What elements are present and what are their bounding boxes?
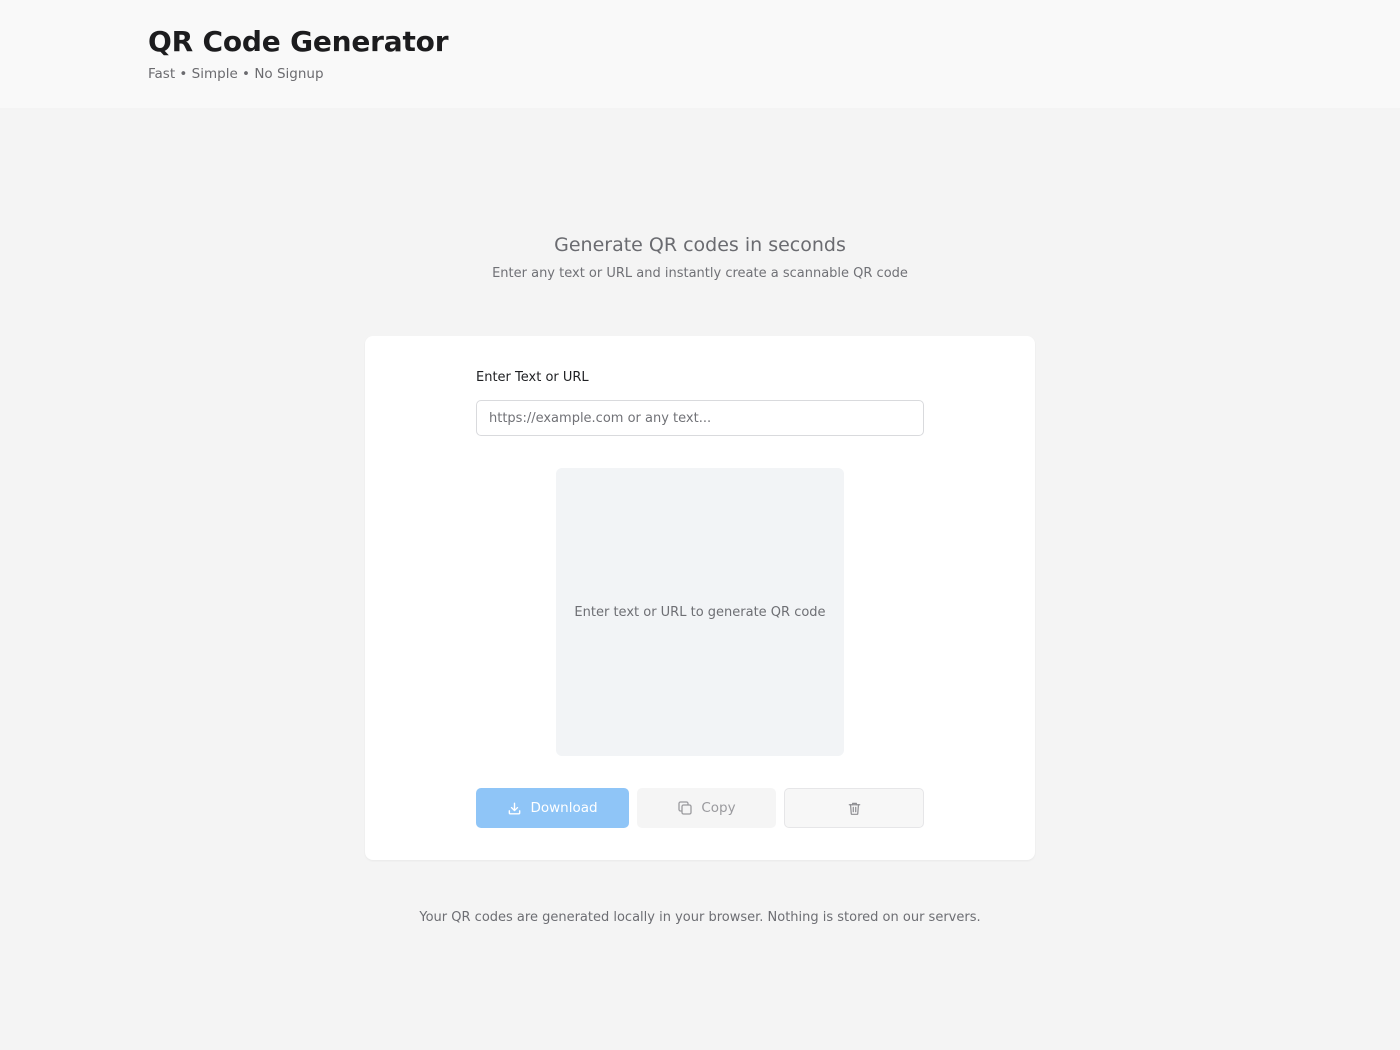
hero-heading: Generate QR codes in seconds: [554, 234, 846, 256]
privacy-note: Your QR codes are generated locally in y…: [419, 910, 981, 925]
copy-label: Copy: [701, 800, 736, 816]
copy-button[interactable]: Copy: [637, 788, 776, 828]
generator-card: Enter Text or URL Enter text or URL to g…: [365, 336, 1035, 860]
download-label: Download: [530, 800, 598, 816]
download-icon: [507, 801, 522, 816]
page-header: QR Code Generator Fast • Simple • No Sig…: [0, 0, 1400, 108]
qr-empty-message: Enter text or URL to generate QR code: [574, 604, 826, 620]
app-title: QR Code Generator: [148, 25, 449, 58]
copy-icon: [677, 800, 693, 816]
trash-icon: [847, 801, 862, 816]
text-url-input[interactable]: [476, 400, 924, 436]
hero-subheading: Enter any text or URL and instantly crea…: [492, 266, 908, 281]
app-tagline: Fast • Simple • No Signup: [148, 66, 324, 82]
download-button[interactable]: Download: [476, 788, 629, 828]
input-label: Enter Text or URL: [476, 370, 589, 385]
clear-button[interactable]: [784, 788, 924, 828]
hero-section: Generate QR codes in seconds Enter any t…: [0, 230, 1400, 282]
qr-preview-area: Enter text or URL to generate QR code: [556, 468, 844, 756]
